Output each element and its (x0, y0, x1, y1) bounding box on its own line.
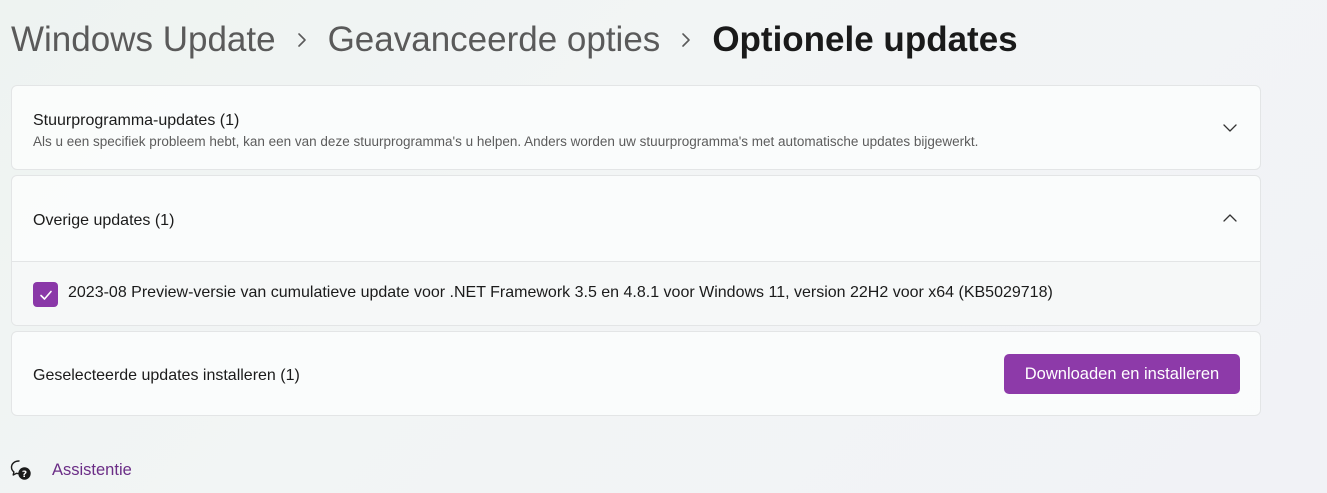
chevron-up-icon[interactable] (1222, 210, 1238, 226)
driver-updates-section[interactable]: Stuurprogramma-updates (1) Als u een spe… (11, 85, 1261, 170)
other-updates-section: Overige updates (1) 2023-08 Preview-vers… (11, 175, 1261, 326)
help-link[interactable]: Assistentie (52, 461, 132, 480)
svg-text:?: ? (22, 470, 27, 480)
driver-updates-title: Stuurprogramma-updates (1) (33, 112, 240, 129)
update-list-item[interactable]: 2023-08 Preview-versie van cumulatieve u… (12, 261, 1260, 325)
page-title: Optionele updates (712, 20, 1018, 59)
chevron-right-icon (276, 32, 328, 48)
install-section: Geselecteerde updates installeren (1) Do… (11, 331, 1261, 416)
update-label: 2023-08 Preview-versie van cumulatieve u… (68, 284, 1053, 301)
other-updates-title: Overige updates (1) (33, 212, 175, 229)
driver-updates-description: Als u een specifiek probleem hebt, kan e… (33, 134, 979, 149)
breadcrumb-windows-update[interactable]: Windows Update (11, 20, 276, 60)
download-install-button[interactable]: Downloaden en installeren (1004, 354, 1240, 394)
chevron-right-icon (660, 32, 712, 48)
checkmark-icon (39, 290, 52, 300)
breadcrumb-advanced-options[interactable]: Geavanceerde opties (328, 20, 661, 60)
install-label: Geselecteerde updates installeren (1) (33, 367, 300, 384)
update-checkbox[interactable] (33, 282, 58, 307)
help-link-row[interactable]: ? Assistentie (9, 458, 132, 482)
chevron-down-icon[interactable] (1222, 120, 1238, 136)
breadcrumb: Windows Update Geavanceerde opties Optio… (11, 18, 1018, 62)
get-help-icon: ? (10, 460, 31, 480)
